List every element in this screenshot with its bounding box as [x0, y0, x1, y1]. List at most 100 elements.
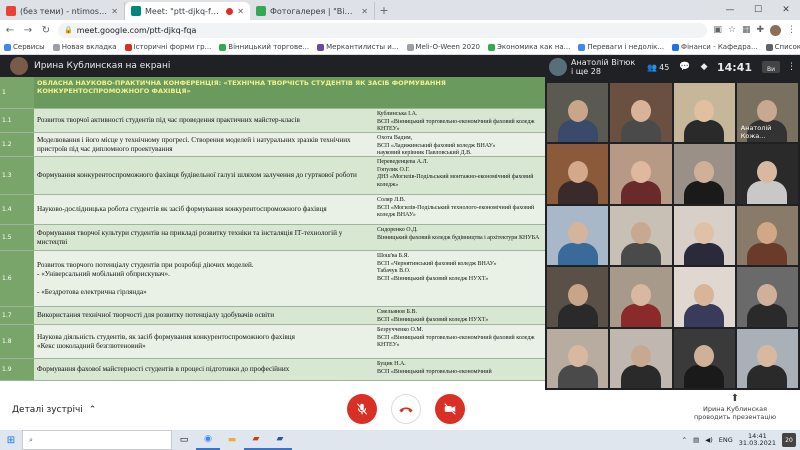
notification-icon[interactable]: 20 [782, 433, 796, 447]
more-icon[interactable]: ⋮ [787, 62, 796, 72]
participant-tile[interactable] [547, 328, 609, 388]
meet-icon [131, 6, 141, 16]
participant-tile[interactable] [547, 83, 609, 143]
participant-tile[interactable] [610, 267, 672, 327]
participant-tile[interactable] [610, 328, 672, 388]
tab-meet[interactable]: Meet: "ptt-djkq-fqa" ✕ [125, 2, 250, 20]
bookmark-item[interactable]: Экономика как на... [488, 43, 570, 51]
participant-tile[interactable] [736, 267, 798, 327]
table-row: 1.2 Моделювання і його місце у технічному… [0, 133, 545, 157]
participant-tile[interactable] [736, 328, 798, 388]
language-indicator[interactable]: ENG [719, 436, 733, 444]
maximize-button[interactable]: ☐ [744, 5, 772, 15]
tray-up-icon[interactable]: ⌃ [682, 436, 687, 444]
presenter-header: Ирина Кублинская на екрані [0, 55, 545, 77]
participant-count[interactable]: 👥 45 [647, 63, 669, 72]
new-tab-button[interactable]: + [375, 4, 393, 17]
row-number: 1.5 [0, 225, 34, 250]
participant-tile[interactable] [736, 144, 798, 204]
close-icon[interactable]: ✕ [111, 7, 118, 16]
participant-body [684, 181, 725, 204]
participant-tile[interactable] [673, 144, 735, 204]
row-number: 1.4 [0, 195, 34, 224]
participant-tile[interactable]: Анатолій Кожа... [736, 83, 798, 143]
network-icon[interactable]: ▤ [693, 436, 699, 444]
chevron-up-icon: ⌃ [88, 405, 97, 415]
hang-up-button[interactable] [391, 394, 421, 424]
camera-icon[interactable]: ▣ [713, 25, 722, 35]
participant-tile[interactable] [610, 83, 672, 143]
participant-tile[interactable] [736, 205, 798, 266]
word-icon[interactable]: ▰ [268, 430, 292, 450]
bookmark-item[interactable]: Переваги і недолік... [578, 43, 664, 51]
powerpoint-icon[interactable]: ▰ [244, 430, 268, 450]
bookmark-item[interactable]: Меркантилисты и... [317, 43, 399, 51]
table-title: ОБЛАСНА НАУКОВО-ПРАКТИЧНА КОНФЕРЕНЦІЯ: «… [37, 79, 446, 96]
close-icon[interactable]: ✕ [361, 7, 368, 16]
address-text: meet.google.com/ptt-djkq-fqa [76, 25, 197, 35]
meeting-details-button[interactable]: Деталі зустрічі ⌃ [12, 405, 96, 415]
participant-tile[interactable] [547, 205, 609, 266]
report-topic: Використання технічної творчості для роз… [34, 307, 374, 324]
participant-tile[interactable] [673, 267, 735, 327]
task-view-icon[interactable]: ▭ [172, 430, 196, 450]
report-author: Буцик Н.А. ВСП «Вінницький торговельно-е… [374, 359, 545, 380]
profile-avatar[interactable] [770, 24, 781, 36]
address-bar[interactable]: 🔒 meet.google.com/ptt-djkq-fqa [58, 22, 708, 38]
page-icon [219, 43, 227, 51]
bookmark-item[interactable]: Історичні форми гр... [124, 43, 211, 51]
participant-tile[interactable] [673, 205, 735, 266]
taskbar-clock[interactable]: 14:41 31.03.2021 [739, 432, 776, 447]
windows-start-icon[interactable]: ⊞ [0, 430, 22, 450]
presenting-indicator[interactable]: ⬆ Ирина Кублинская проводить презентацію [680, 392, 790, 422]
participant-body [747, 304, 788, 327]
menu-icon[interactable]: ⋮ [787, 25, 796, 35]
bookmark-item[interactable]: Новая вкладка [52, 43, 117, 51]
star-icon[interactable]: ☆ [728, 25, 736, 35]
presenter-label: Ирина Кублинская на екрані [34, 61, 171, 71]
bookmark-item[interactable]: Meli-O-Ween 2020 [406, 43, 480, 51]
close-icon[interactable]: ✕ [237, 7, 244, 16]
tab-gmail[interactable]: (без теми) - ntimoschenkom@g ✕ [0, 2, 125, 20]
participant-face [757, 161, 778, 184]
chat-icon[interactable]: 💬 [679, 62, 690, 72]
participant-tile[interactable] [673, 83, 735, 143]
participant-tile[interactable] [610, 205, 672, 266]
chrome-icon[interactable]: ◉ [196, 430, 220, 450]
participant-tile[interactable] [673, 328, 735, 388]
bookmark-item[interactable]: Сервисы [4, 43, 45, 51]
apps-icon [4, 43, 11, 51]
back-icon[interactable]: ← [4, 25, 16, 36]
minimize-button[interactable]: — [716, 5, 744, 15]
puzzle-icon[interactable]: ✚ [756, 25, 764, 35]
presenter-avatar [10, 57, 28, 75]
participant-face [630, 222, 651, 245]
window-close-button[interactable]: ✕ [772, 5, 800, 15]
participant-face [630, 345, 651, 368]
row-number: 1.2 [0, 133, 34, 156]
phone-icon [399, 407, 413, 413]
table-row: 1.7 Використання технічної творчості для … [0, 307, 545, 325]
tab-gallery[interactable]: Фотогалерея | "Вінницький торг ✕ [250, 2, 375, 20]
row-number: 1 [0, 77, 34, 108]
report-author: Соляр Л.В. ВСП «Могилів-Подільський техн… [374, 195, 545, 224]
mic-off-button[interactable] [347, 394, 377, 424]
participant-face [694, 283, 715, 306]
extension-icon[interactable]: ▦ [742, 25, 751, 35]
participant-tile[interactable] [547, 267, 609, 327]
taskbar-search[interactable]: ⌕ [22, 430, 172, 450]
windows-taskbar: ⊞ ⌕ ▭ ◉ ▬ ▰ ▰ ⌃ ▤ ◀) ENG 14:41 31.03.2021… [0, 430, 800, 450]
camera-off-button[interactable] [435, 394, 465, 424]
participant-tile[interactable] [547, 144, 609, 204]
participant-face [757, 283, 778, 306]
folder-icon[interactable]: ▬ [220, 430, 244, 450]
reading-list[interactable]: Список для чтения [765, 43, 800, 51]
volume-icon[interactable]: ◀) [705, 436, 713, 444]
participant-tile[interactable] [610, 144, 672, 204]
site-icon [256, 6, 266, 16]
shapes-icon[interactable]: ◆ [701, 62, 708, 72]
bookmark-item[interactable]: Фінанси - Кафедра... [672, 43, 758, 51]
bookmark-item[interactable]: Вінницький торгове... [219, 43, 309, 51]
forward-icon[interactable]: → [22, 25, 34, 36]
reload-icon[interactable]: ↻ [40, 25, 52, 36]
